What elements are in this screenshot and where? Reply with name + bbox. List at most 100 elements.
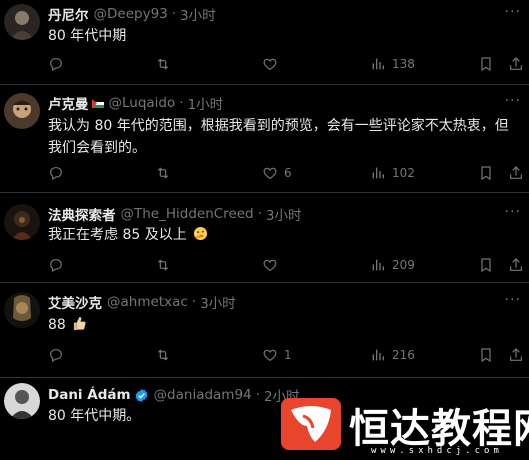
more-options-icon[interactable]: ··· <box>505 292 521 308</box>
share-button[interactable] <box>508 54 524 74</box>
like-count: 1 <box>284 348 292 362</box>
display-name[interactable]: 丹尼尔 <box>48 4 89 24</box>
views-button[interactable]: 209 <box>370 255 415 275</box>
views-button[interactable]: 216 <box>370 345 415 365</box>
reply-button[interactable] <box>48 163 70 183</box>
share-button[interactable] <box>508 255 524 275</box>
separator: · <box>171 6 177 22</box>
action-bar: 1 216 <box>0 345 529 365</box>
display-name[interactable]: 艾美沙克 <box>48 292 102 312</box>
bookmark-button[interactable] <box>478 54 494 74</box>
avatar[interactable] <box>4 204 40 240</box>
repost-button[interactable] <box>155 345 177 365</box>
separator: · <box>257 206 262 222</box>
repost-button[interactable] <box>155 54 177 74</box>
handle[interactable]: @Luqaido <box>109 95 176 111</box>
tweet-text-row: 我正在考虑 85 及以上 <box>48 224 518 246</box>
avatar[interactable] <box>4 292 40 328</box>
timestamp[interactable]: 1小时 <box>188 93 224 113</box>
share-icon <box>510 57 522 70</box>
tweet-text: 我正在考虑 85 及以上 <box>48 227 187 243</box>
tweet-text: 我认为 80 年代的范围，根据我看到的预览，会有一些评论家不太热衷，但我们会看到… <box>48 118 509 156</box>
heart-icon <box>263 58 277 71</box>
bookmark-icon <box>481 258 491 273</box>
reply-button[interactable] <box>48 255 70 275</box>
tweet-text-row: 88 <box>48 314 518 336</box>
views-button[interactable]: 138 <box>370 54 415 74</box>
view-count: 138 <box>392 57 415 71</box>
heart-icon <box>263 259 277 272</box>
reply-button[interactable] <box>48 345 70 365</box>
like-button[interactable]: 6 <box>262 163 292 183</box>
share-button[interactable] <box>508 163 524 183</box>
display-name[interactable]: 法典探索者 <box>48 204 116 224</box>
reply-icon <box>50 58 62 72</box>
tweet-header: 艾美沙克 @ahmetxac · 3小时 <box>48 292 236 312</box>
more-options-icon[interactable]: ··· <box>505 93 521 109</box>
flag-icon <box>91 98 104 108</box>
tweet-text: 80 年代中期 <box>48 28 127 44</box>
thinking-face-icon <box>194 226 208 241</box>
repost-icon <box>157 259 169 271</box>
tweet-4[interactable]: 艾美沙克 @ahmetxac · 3小时 ··· 88 1 216 <box>0 283 529 378</box>
handle[interactable]: @The_HiddenCreed <box>121 206 254 222</box>
avatar[interactable] <box>4 4 40 40</box>
bar-chart-icon <box>372 259 384 271</box>
more-options-icon[interactable]: ··· <box>505 4 521 20</box>
bookmark-icon <box>481 166 491 181</box>
more-options-icon[interactable]: ··· <box>505 204 521 220</box>
bookmark-icon <box>481 348 491 363</box>
like-button[interactable]: 1 <box>262 345 292 365</box>
handle[interactable]: @Deepy93 <box>94 6 168 22</box>
share-icon <box>510 348 522 361</box>
tweet-header: 丹尼尔 @Deepy93 · 3小时 <box>48 4 216 24</box>
tweet-3[interactable]: 法典探索者 @The_HiddenCreed · 3小时 ··· 我正在考虑 8… <box>0 193 529 283</box>
tweet-header: 卢克曼 @Luqaido · 1小时 <box>48 93 223 113</box>
timestamp[interactable]: 3小时 <box>266 204 302 224</box>
tweet-header: Dani Ádám @daniadam94 · 2小时 <box>48 385 300 405</box>
timestamp[interactable]: 3小时 <box>180 4 216 24</box>
handle[interactable]: @ahmetxac <box>107 294 188 310</box>
like-button[interactable] <box>262 54 284 74</box>
bookmark-button[interactable] <box>478 255 494 275</box>
share-button[interactable] <box>508 345 524 365</box>
action-bar: 209 <box>0 255 529 275</box>
reply-icon <box>50 167 62 181</box>
thumbs-up-icon <box>74 316 86 331</box>
bookmark-button[interactable] <box>478 345 494 365</box>
bar-chart-icon <box>372 349 384 361</box>
handle[interactable]: @daniadam94 <box>154 387 252 403</box>
bookmark-button[interactable] <box>478 163 494 183</box>
share-icon <box>510 258 522 271</box>
display-name[interactable]: Dani Ádám <box>48 387 131 403</box>
tweet-header: 法典探索者 @The_HiddenCreed · 3小时 <box>48 204 302 224</box>
watermark: 恒达教程网 www.sxhdcj.com <box>275 390 529 460</box>
tweet-1[interactable]: 丹尼尔 @Deepy93 · 3小时 ··· 80 年代中期 138 <box>0 0 529 85</box>
repost-button[interactable] <box>155 255 177 275</box>
timestamp[interactable]: 3小时 <box>200 292 236 312</box>
tweet-2[interactable]: 卢克曼 @Luqaido · 1小时 ··· 我认为 80 年代的范围，根据我看… <box>0 85 529 193</box>
bar-chart-icon <box>372 167 384 179</box>
action-bar: 138 <box>0 54 529 74</box>
watermark-logo-icon <box>281 398 341 450</box>
separator: · <box>255 387 260 403</box>
repost-icon <box>157 58 169 70</box>
avatar[interactable] <box>4 383 40 419</box>
like-button[interactable] <box>262 255 284 275</box>
action-bar: 6 102 <box>0 163 529 183</box>
reply-icon <box>50 259 62 273</box>
separator: · <box>191 294 197 310</box>
avatar[interactable] <box>4 93 40 129</box>
repost-icon <box>157 349 169 361</box>
verified-badge-icon <box>135 388 147 402</box>
view-count: 102 <box>392 166 415 180</box>
views-button[interactable]: 102 <box>370 163 415 183</box>
view-count: 209 <box>392 258 415 272</box>
reply-button[interactable] <box>48 54 70 74</box>
repost-button[interactable] <box>155 163 177 183</box>
view-count: 216 <box>392 348 415 362</box>
separator: · <box>179 95 184 111</box>
tweet-text: 88 <box>48 317 66 333</box>
display-name[interactable]: 卢克曼 <box>48 93 89 113</box>
heart-icon <box>263 349 277 362</box>
